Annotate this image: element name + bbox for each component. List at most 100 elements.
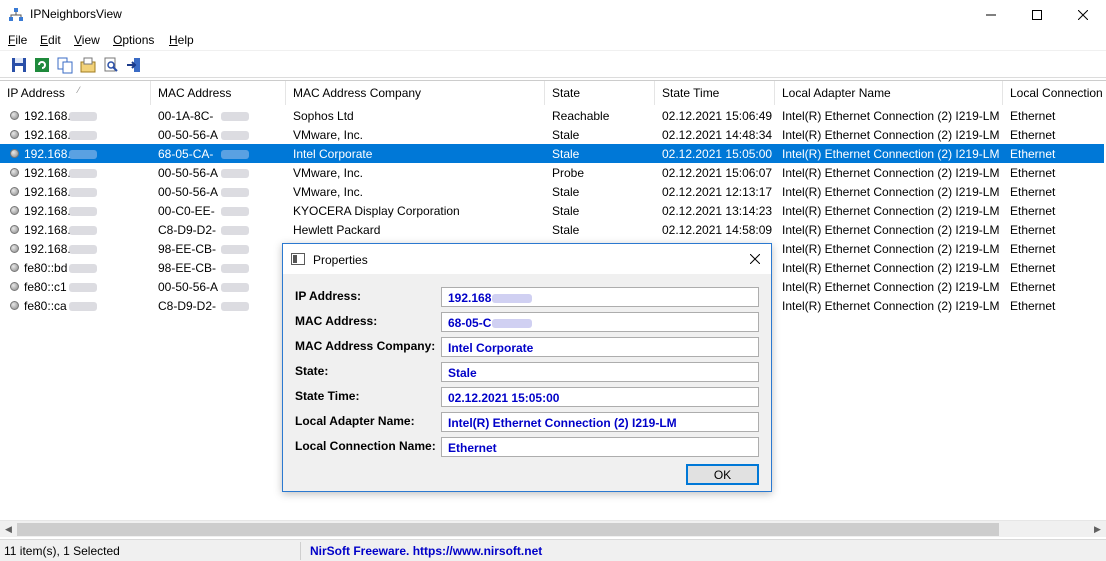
properties-dialog: Properties IP Address: 192.168 MAC Address… <box>282 243 772 492</box>
field-value-text: Intel(R) Ethernet Connection (2) I219-LM <box>448 416 677 430</box>
column-header-state[interactable]: State <box>545 81 655 105</box>
field-value[interactable]: Ethernet <box>441 437 759 457</box>
status-dot-icon <box>10 301 19 310</box>
scrollbar-thumb[interactable] <box>17 523 999 536</box>
cell-conn: Ethernet <box>1010 280 1056 294</box>
field-value-text: 192.168 <box>448 291 492 305</box>
cell-conn: Ethernet <box>1010 242 1056 256</box>
field-value[interactable]: 02.12.2021 15:05:00 <box>441 387 759 407</box>
redacted-mask <box>221 131 249 140</box>
field-value[interactable]: Intel Corporate <box>441 337 759 357</box>
menu-help[interactable]: Help <box>169 33 194 47</box>
cell-adapter: Intel(R) Ethernet Connection (2) I219-LM <box>782 185 1000 199</box>
table-row[interactable]: 192.168. 00-50-56-A VMware, Inc. Stale 02.12… <box>0 125 1104 144</box>
cell-state: Stale <box>552 185 580 199</box>
status-dot-icon <box>10 225 19 234</box>
scroll-right-arrow-icon[interactable]: ▶ <box>1089 523 1106 536</box>
redacted-mask <box>69 264 97 273</box>
dialog-title: Properties <box>313 253 368 267</box>
redacted-mask <box>221 283 249 292</box>
dialog-close-button[interactable] <box>745 249 765 269</box>
cell-time: 02.12.2021 14:48:34 <box>662 128 773 142</box>
cell-conn: Ethernet <box>1010 147 1056 161</box>
column-header-state-time[interactable]: State Time <box>655 81 775 105</box>
minimize-button[interactable] <box>968 0 1014 30</box>
cell-adapter: Intel(R) Ethernet Connection (2) I219-LM <box>782 242 1000 256</box>
table-row[interactable]: 192.168. 68-05-CA- Intel Corporate Stale 02.… <box>0 144 1104 163</box>
menu-options[interactable]: Options <box>113 33 154 47</box>
cell-ip: fe80::bd <box>24 261 68 275</box>
status-dot-icon <box>10 111 19 120</box>
redacted-mask <box>221 264 249 273</box>
find-icon[interactable] <box>102 56 120 74</box>
cell-mac: C8-D9-D2- <box>158 299 217 313</box>
horizontal-scrollbar[interactable]: ◀ ▶ <box>0 520 1106 537</box>
close-button[interactable] <box>1060 0 1106 30</box>
cell-ip: 192.168. <box>24 242 71 256</box>
cell-ip: 192.168. <box>24 147 71 161</box>
column-header-mac-address[interactable]: MAC Address <box>151 81 286 105</box>
properties-icon[interactable] <box>79 56 97 74</box>
cell-time: 02.12.2021 12:13:17 <box>662 185 773 199</box>
refresh-icon[interactable] <box>33 56 51 74</box>
status-dot-icon <box>10 263 19 272</box>
cell-time: 02.12.2021 15:06:49 <box>662 109 773 123</box>
table-row[interactable]: 192.168. C8-D9-D2- Hewlett Packard Stale 02.… <box>0 220 1104 239</box>
column-header-local-adapter[interactable]: Local Adapter Name <box>775 81 1003 105</box>
field-value[interactable]: Stale <box>441 362 759 382</box>
redacted-mask <box>69 302 97 311</box>
window-title: IPNeighborsView <box>30 7 122 21</box>
cell-ip: 192.168. <box>24 166 71 180</box>
close-icon <box>1078 10 1088 20</box>
cell-conn: Ethernet <box>1010 185 1056 199</box>
copy-icon[interactable] <box>56 56 74 74</box>
menu-view[interactable]: View <box>74 33 100 47</box>
column-header-ip-address[interactable]: IP Address ⁄ <box>0 81 151 105</box>
nirsoft-link[interactable]: NirSoft Freeware. https://www.nirsoft.ne… <box>310 544 542 558</box>
menu-file[interactable]: File <box>8 33 27 47</box>
menu-edit[interactable]: Edit <box>40 33 61 47</box>
cell-mac: 00-50-56-A <box>158 166 219 180</box>
cell-time: 02.12.2021 13:14:23 <box>662 204 773 218</box>
redacted-mask <box>69 188 97 197</box>
field-value-text: 02.12.2021 15:05:00 <box>448 391 560 405</box>
column-header-local-connection[interactable]: Local Connection <box>1003 81 1106 105</box>
toolbar <box>0 52 1106 78</box>
table-row[interactable]: 192.168. 00-1A-8C- Sophos Ltd Reachable 02.1… <box>0 106 1104 125</box>
field-label: Local Connection Name: <box>295 439 436 453</box>
minimize-icon <box>986 14 996 16</box>
cell-mac: C8-D9-D2- <box>158 223 217 237</box>
redacted-mask <box>69 131 97 140</box>
cell-conn: Ethernet <box>1010 223 1056 237</box>
cell-ip: 192.168. <box>24 185 71 199</box>
field-value-text: Intel Corporate <box>448 341 534 355</box>
redacted-mask <box>69 150 97 159</box>
field-value[interactable]: 68-05-C <box>441 312 759 332</box>
title-bar: IPNeighborsView <box>0 0 1106 30</box>
cell-company: VMware, Inc. <box>293 185 364 199</box>
field-value[interactable]: 192.168 <box>441 287 759 307</box>
maximize-button[interactable] <box>1014 0 1060 30</box>
table-row[interactable]: 192.168. 00-50-56-A VMware, Inc. Probe 02.12… <box>0 163 1104 182</box>
maximize-icon <box>1032 10 1042 20</box>
cell-time: 02.12.2021 14:58:09 <box>662 223 773 237</box>
ok-button[interactable]: OK <box>686 464 759 485</box>
field-label: MAC Address Company: <box>295 339 436 353</box>
cell-ip: fe80::ca <box>24 299 67 313</box>
cell-time: 02.12.2021 15:05:00 <box>662 147 773 161</box>
field-value[interactable]: Intel(R) Ethernet Connection (2) I219-LM <box>441 412 759 432</box>
save-icon[interactable] <box>10 56 28 74</box>
scroll-left-arrow-icon[interactable]: ◀ <box>0 523 17 536</box>
cell-state: Stale <box>552 223 580 237</box>
menu-bar: File Edit View Options Help <box>0 30 1106 51</box>
cell-adapter: Intel(R) Ethernet Connection (2) I219-LM <box>782 280 1000 294</box>
table-row[interactable]: 192.168. 00-C0-EE- KYOCERA Display Corpora… <box>0 201 1104 220</box>
exit-icon[interactable] <box>125 56 143 74</box>
redacted-mask <box>221 169 249 178</box>
cell-mac: 00-50-56-A <box>158 128 219 142</box>
cell-company: KYOCERA Display Corporation <box>293 204 460 218</box>
redacted-mask <box>221 302 249 311</box>
column-header-mac-company[interactable]: MAC Address Company <box>286 81 545 105</box>
cell-adapter: Intel(R) Ethernet Connection (2) I219-LM <box>782 109 1000 123</box>
table-row[interactable]: 192.168. 00-50-56-A VMware, Inc. Stale 02.12… <box>0 182 1104 201</box>
